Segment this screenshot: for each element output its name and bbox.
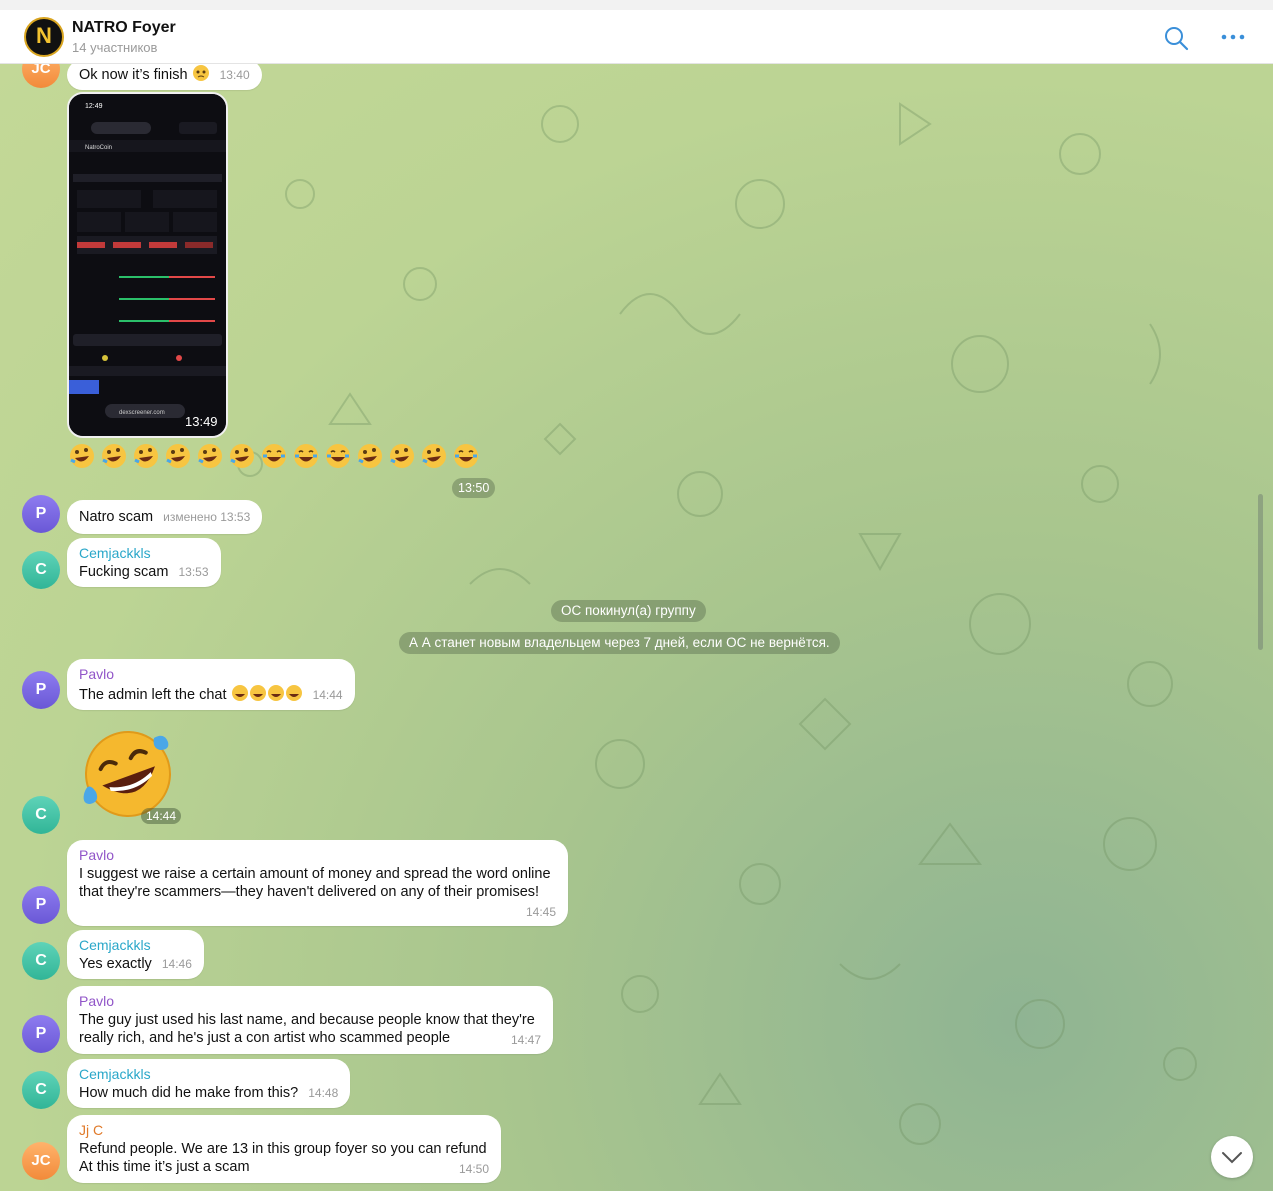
message-bubble[interactable]: Pavlo I suggest we raise a certain amoun… <box>67 840 568 926</box>
sender-name[interactable]: Cemjackkls <box>79 1065 338 1083</box>
avatar[interactable]: C <box>22 1071 60 1109</box>
more-dots-icon[interactable] <box>1220 32 1246 42</box>
window-top-strip <box>0 0 1273 10</box>
message-time: 13:40 <box>219 68 250 82</box>
message-bubble[interactable]: Cemjackkls Yes exactly 14:46 <box>67 930 204 979</box>
group-avatar[interactable]: N <box>24 17 64 57</box>
message-edited-time: изменено 13:53 <box>163 510 251 524</box>
message-text-line: At this time it’s just a scam <box>79 1159 250 1175</box>
svg-text:12:49: 12:49 <box>85 103 103 110</box>
message-text: The admin left the chat <box>79 687 227 703</box>
message-bubble[interactable]: Natro scam изменено 13:53 <box>67 500 263 534</box>
message-bubble[interactable]: Pavlo The admin left the chat 14:44 <box>67 659 355 710</box>
joy-emoji-icon <box>267 685 284 701</box>
message-text: Ok now it’s finish <box>79 67 188 83</box>
message-bubble[interactable]: Cemjackkls Fucking scam 13:53 <box>67 538 221 587</box>
avatar[interactable]: C <box>22 551 60 589</box>
message-text-line: I suggest we raise a certain amount of m… <box>79 866 551 882</box>
chevron-down-icon <box>1222 1152 1242 1164</box>
message-text: How much did he make from this? <box>79 1085 299 1101</box>
dexscreener-screenshot: 12:49 NatroCoin dexscreener.com <box>69 94 226 436</box>
avatar[interactable]: C <box>22 796 60 834</box>
joy-emoji-icon <box>249 685 266 701</box>
message-time: 13:53 <box>178 565 209 579</box>
member-count: 14 участников <box>72 40 158 55</box>
sender-name[interactable]: Cemjackkls <box>79 936 192 954</box>
avatar[interactable]: P <box>22 671 60 709</box>
message-bubble[interactable]: Cemjackkls How much did he make from thi… <box>67 1059 351 1108</box>
avatar[interactable]: P <box>22 495 60 533</box>
chat-area[interactable]: JC Ok now it’s finish 13:40 12:49 NatroC… <box>0 64 1273 1191</box>
emoji-message-time: 13:50 <box>452 478 496 498</box>
rofl-emoji-icon <box>358 444 382 468</box>
joy-emoji-icon <box>454 444 478 468</box>
message-text: Yes exactly <box>79 956 152 972</box>
service-message: OC покинул(а) группу <box>551 600 706 622</box>
message-text: Natro scam <box>79 509 154 525</box>
image-time: 13:49 <box>185 414 218 429</box>
rofl-emoji-icon <box>166 444 190 468</box>
avatar[interactable]: P <box>22 886 60 924</box>
message-time: 14:50 <box>458 1162 489 1176</box>
emoji-row[interactable] <box>68 442 484 470</box>
screenshot-image[interactable]: 12:49 NatroCoin dexscreener.com 13:49 <box>67 92 228 438</box>
joy-emoji-icon <box>326 444 350 468</box>
joy-emoji-icon <box>231 685 248 701</box>
rofl-emoji-icon <box>230 444 254 468</box>
avatar[interactable]: C <box>22 942 60 980</box>
message-bubble[interactable]: Pavlo The guy just used his last name, a… <box>67 986 553 1054</box>
group-title[interactable]: NATRO Foyer <box>72 19 176 37</box>
rofl-emoji-icon <box>390 444 414 468</box>
message-bubble[interactable]: Ok now it’s finish 13:40 <box>67 64 262 90</box>
sticker-time: 14:44 <box>141 808 182 824</box>
scroll-down-button[interactable] <box>1211 1136 1253 1178</box>
rofl-emoji-icon <box>134 444 158 468</box>
message-text: Fucking scam <box>79 564 169 580</box>
pleading-face-icon <box>192 65 209 81</box>
message-time: 14:48 <box>308 1086 339 1100</box>
message-text-line: that they're scammers—they haven't deliv… <box>79 884 540 900</box>
message-time: 14:44 <box>312 688 343 702</box>
sender-name[interactable]: Cemjackkls <box>79 544 209 562</box>
token-name: NatroCoin <box>85 145 112 151</box>
message-text-line: The guy just used his last name, and bec… <box>79 1012 535 1028</box>
service-message: А А станет новым владельцем через 7 дней… <box>399 632 840 654</box>
sender-name[interactable]: Pavlo <box>79 846 556 864</box>
avatar[interactable]: P <box>22 1015 60 1053</box>
message-bubble[interactable]: Jj C Refund people. We are 13 in this gr… <box>67 1115 501 1183</box>
joy-emoji-icon <box>262 444 286 468</box>
scrollbar[interactable] <box>1258 494 1263 650</box>
rofl-emoji-icon <box>70 444 94 468</box>
rofl-emoji-icon <box>198 444 222 468</box>
message-time: 14:45 <box>525 905 556 919</box>
sender-name[interactable]: Pavlo <box>79 992 541 1010</box>
rofl-emoji-icon <box>422 444 446 468</box>
avatar[interactable]: JC <box>22 1142 60 1180</box>
sender-name[interactable]: Jj C <box>79 1121 489 1139</box>
message-text-line: Refund people. We are 13 in this group f… <box>79 1141 487 1157</box>
message-time: 14:46 <box>161 957 192 971</box>
message-time: 14:47 <box>510 1033 541 1047</box>
search-icon[interactable] <box>1163 25 1189 51</box>
message-text-line: really rich, and he's just a con artist … <box>79 1030 451 1046</box>
joy-emoji-icon <box>294 444 318 468</box>
chat-header: N NATRO Foyer 14 участников <box>0 10 1273 64</box>
sender-name[interactable]: Pavlo <box>79 665 343 683</box>
joy-emoji-icon <box>285 685 302 701</box>
rofl-emoji-icon <box>102 444 126 468</box>
screenshot-url: dexscreener.com <box>119 410 165 416</box>
